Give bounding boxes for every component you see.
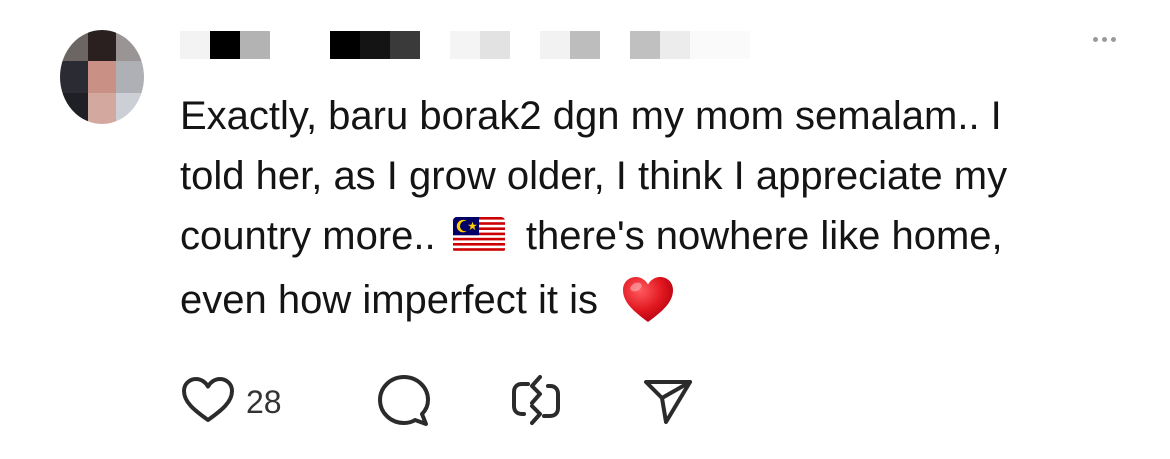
post-line: even how imperfect it is xyxy=(180,270,1145,342)
heart-outline-icon xyxy=(180,375,236,430)
dot xyxy=(1092,36,1098,42)
post-line: Exactly, baru borak2 dgn my mom semalam.… xyxy=(180,94,1002,138)
send-icon xyxy=(640,372,696,433)
like-button[interactable]: 28 xyxy=(180,372,282,432)
repost-icon xyxy=(508,372,564,433)
comment-bubble-icon xyxy=(376,372,432,433)
threads-post: Exactly, baru borak2 dgn my mom semalam.… xyxy=(0,0,1170,459)
red-heart-icon xyxy=(621,275,675,342)
post-line: country more.. there's nowhere like home… xyxy=(180,206,1145,270)
username-redacted[interactable] xyxy=(180,30,750,60)
malaysia-flag-icon xyxy=(452,210,505,270)
repost-button[interactable] xyxy=(508,372,564,432)
avatar[interactable] xyxy=(60,30,144,124)
post-body: Exactly, baru borak2 dgn my mom semalam.… xyxy=(180,86,1145,342)
reply-button[interactable] xyxy=(376,372,432,432)
post-line: told her, as I grow older, I think I app… xyxy=(180,154,1008,198)
more-options-button[interactable] xyxy=(1082,26,1126,52)
like-count: 28 xyxy=(246,383,282,420)
share-button[interactable] xyxy=(640,372,696,432)
dot xyxy=(1101,36,1107,42)
dot xyxy=(1110,36,1116,42)
